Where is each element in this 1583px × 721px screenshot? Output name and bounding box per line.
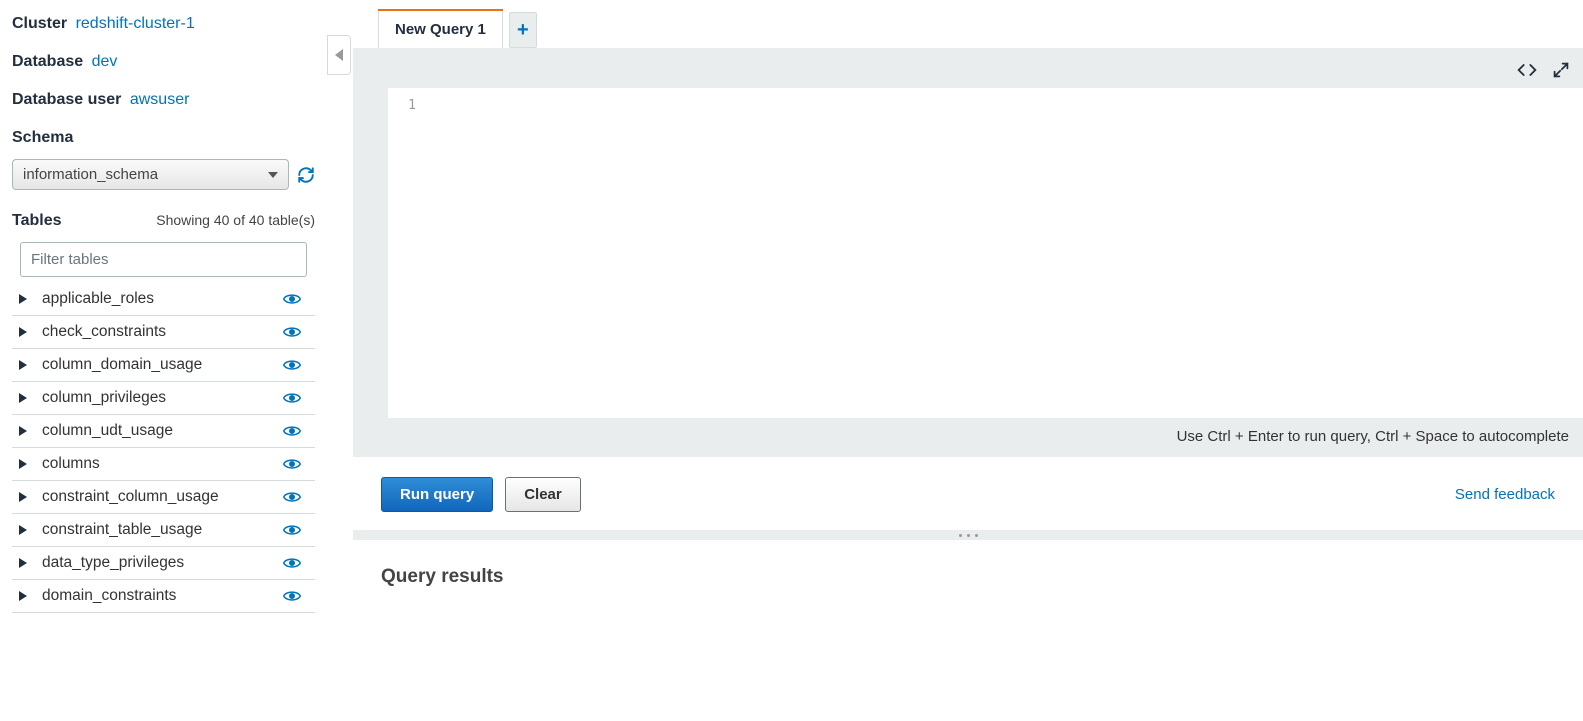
table-name: check_constraints (32, 323, 283, 341)
editor-toolbar (353, 56, 1583, 88)
clear-button[interactable]: Clear (505, 477, 581, 512)
table-row[interactable]: check_constraints (12, 316, 315, 349)
table-name: constraint_column_usage (32, 488, 283, 506)
caret-right-icon[interactable] (14, 492, 32, 502)
action-row: Run query Clear Send feedback (353, 457, 1583, 530)
tabs-bar: New Query 1 + (353, 0, 1583, 48)
tables-count: Showing 40 of 40 table(s) (156, 212, 315, 228)
line-gutter: 1 (388, 88, 422, 418)
caret-right-icon[interactable] (14, 327, 32, 337)
eye-icon[interactable] (283, 458, 311, 470)
table-name: column_udt_usage (32, 422, 283, 440)
code-editor[interactable]: 1 (388, 88, 1583, 418)
expand-icon[interactable] (1553, 62, 1569, 82)
table-name: applicable_roles (32, 290, 283, 308)
main: New Query 1 + (353, 0, 1583, 721)
sidebar: Cluster redshift-cluster-1 Database dev … (0, 0, 325, 721)
schema-label: Schema (12, 129, 315, 147)
table-name: domain_constraints (32, 587, 283, 605)
table-name: column_privileges (32, 389, 283, 407)
filter-tables-input[interactable] (20, 242, 307, 277)
caret-right-icon[interactable] (14, 426, 32, 436)
schema-select[interactable]: information_schema (12, 159, 289, 190)
drag-handle-icon (959, 534, 978, 537)
code-icon[interactable] (1517, 62, 1537, 82)
table-row[interactable]: column_udt_usage (12, 415, 315, 448)
new-tab-button[interactable]: + (509, 12, 537, 48)
database-user-row: Database user awsuser (12, 91, 315, 109)
tables-title: Tables (12, 212, 62, 230)
database-user-label: Database user (12, 91, 121, 108)
eye-icon[interactable] (283, 425, 311, 437)
caret-right-icon[interactable] (14, 393, 32, 403)
table-row[interactable]: constraint_table_usage (12, 514, 315, 547)
run-query-button[interactable]: Run query (381, 477, 493, 512)
table-row[interactable]: domain_constraints (12, 580, 315, 613)
table-name: columns (32, 455, 283, 473)
cluster-value[interactable]: redshift-cluster-1 (76, 15, 195, 32)
eye-icon[interactable] (283, 293, 311, 305)
caret-right-icon[interactable] (14, 558, 32, 568)
send-feedback-link[interactable]: Send feedback (1455, 486, 1555, 503)
eye-icon[interactable] (283, 359, 311, 371)
eye-icon[interactable] (283, 326, 311, 338)
table-row[interactable]: applicable_roles (12, 283, 315, 316)
database-user-value[interactable]: awsuser (130, 91, 190, 108)
collapse-sidebar-button[interactable] (327, 35, 351, 75)
schema-value: information_schema (23, 166, 158, 183)
query-tab[interactable]: New Query 1 (378, 10, 503, 48)
editor-hint: Use Ctrl + Enter to run query, Ctrl + Sp… (353, 418, 1583, 445)
table-row[interactable]: data_type_privileges (12, 547, 315, 580)
eye-icon[interactable] (283, 590, 311, 602)
tables-header: Tables Showing 40 of 40 table(s) (12, 212, 315, 230)
cluster-row: Cluster redshift-cluster-1 (12, 15, 315, 33)
caret-right-icon[interactable] (14, 591, 32, 601)
refresh-icon[interactable] (297, 166, 315, 184)
table-row[interactable]: constraint_column_usage (12, 481, 315, 514)
editor-wrap: 1 Use Ctrl + Enter to run query, Ctrl + … (353, 48, 1583, 457)
eye-icon[interactable] (283, 392, 311, 404)
splitter[interactable] (353, 530, 1583, 540)
query-tab-label: New Query 1 (395, 21, 486, 38)
caret-right-icon[interactable] (14, 294, 32, 304)
caret-right-icon[interactable] (14, 459, 32, 469)
cluster-label: Cluster (12, 15, 67, 32)
eye-icon[interactable] (283, 524, 311, 536)
caret-right-icon[interactable] (14, 360, 32, 370)
database-row: Database dev (12, 53, 315, 71)
query-results-title: Query results (353, 540, 1583, 614)
schema-row: information_schema (12, 159, 315, 190)
database-value[interactable]: dev (92, 53, 118, 70)
eye-icon[interactable] (283, 557, 311, 569)
eye-icon[interactable] (283, 491, 311, 503)
table-row[interactable]: column_domain_usage (12, 349, 315, 382)
caret-right-icon[interactable] (14, 525, 32, 535)
table-row[interactable]: column_privileges (12, 382, 315, 415)
chevron-down-icon (268, 172, 278, 178)
table-name: column_domain_usage (32, 356, 283, 374)
table-list: applicable_roles check_constraints colum… (12, 283, 315, 613)
collapse-tab (325, 0, 353, 721)
table-name: constraint_table_usage (32, 521, 283, 539)
database-label: Database (12, 53, 83, 70)
code-area[interactable] (422, 88, 1583, 418)
table-name: data_type_privileges (32, 554, 283, 572)
plus-icon: + (517, 19, 529, 42)
table-row[interactable]: columns (12, 448, 315, 481)
line-number: 1 (388, 98, 416, 113)
